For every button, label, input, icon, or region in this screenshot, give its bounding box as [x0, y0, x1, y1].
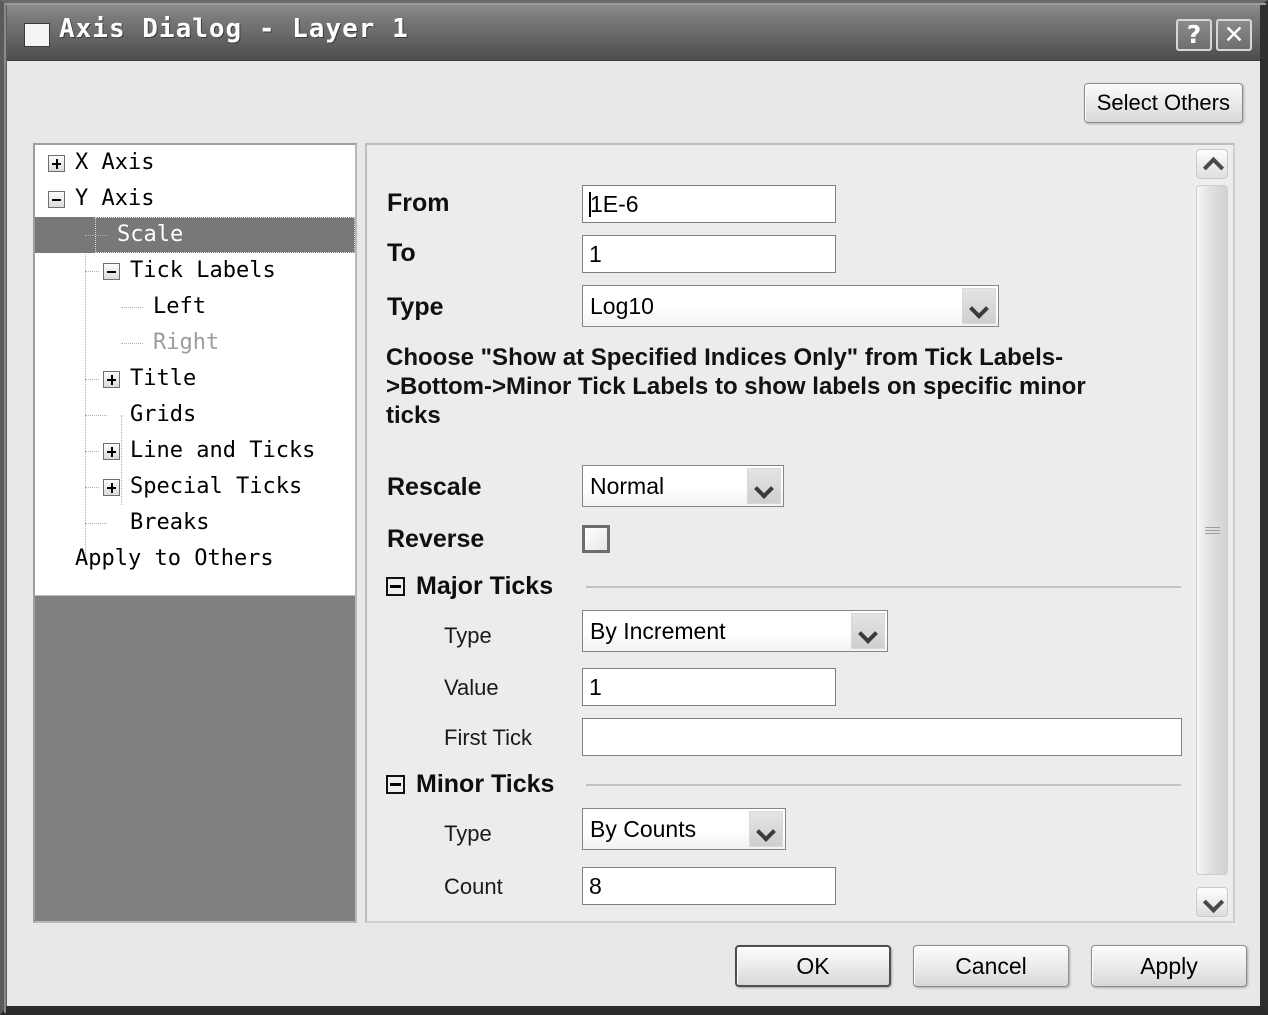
collapse-minus-icon[interactable]	[386, 775, 405, 794]
tree-item-breaks[interactable]: Breaks	[35, 505, 355, 541]
major-type-select[interactable]: By Increment	[582, 610, 888, 652]
tree-item-scale[interactable]: Scale	[35, 217, 355, 253]
tree-item-tick-labels[interactable]: Tick Labels	[35, 253, 355, 289]
from-value: 1E-6	[590, 191, 639, 217]
apply-button[interactable]: Apply	[1091, 945, 1247, 987]
to-label: To	[387, 239, 416, 267]
chevron-down-icon[interactable]	[749, 811, 783, 847]
tree-guide-horizontal	[85, 451, 99, 452]
axis-tree-panel[interactable]: X Axis Y Axis Scale Tick Labels Left Rig…	[33, 143, 357, 923]
tree-item-y-axis[interactable]: Y Axis	[35, 181, 355, 217]
expand-plus-icon[interactable]	[48, 155, 65, 172]
minor-type-label: Type	[444, 821, 492, 846]
tree-guide-horizontal	[85, 523, 107, 524]
group-divider	[586, 784, 1181, 786]
scrollbar-thumb[interactable]	[1196, 185, 1228, 875]
rescale-select[interactable]: Normal	[582, 465, 784, 507]
tree-item-x-axis[interactable]: X Axis	[35, 145, 355, 181]
major-value-input[interactable]: 1	[582, 668, 836, 706]
minor-count-input[interactable]: 8	[582, 867, 836, 905]
major-type-value: By Increment	[590, 618, 726, 644]
scroll-down-icon[interactable]	[1196, 887, 1228, 917]
close-icon[interactable]: ✕	[1216, 19, 1252, 51]
scroll-up-icon[interactable]	[1196, 149, 1228, 179]
window-title: Axis Dialog - Layer 1	[59, 14, 409, 44]
major-value-label: Value	[444, 675, 499, 700]
expand-plus-icon[interactable]	[103, 443, 120, 460]
help-icon[interactable]: ?	[1176, 19, 1212, 51]
scale-type-select[interactable]: Log10	[582, 285, 999, 327]
minor-count-label: Count	[444, 874, 503, 899]
collapse-minus-icon[interactable]	[48, 191, 65, 208]
minor-ticks-group-label: Minor Ticks	[416, 770, 555, 798]
major-ticks-group-label: Major Ticks	[416, 572, 554, 600]
chevron-down-icon[interactable]	[962, 288, 996, 324]
scrollbar-grip	[1205, 527, 1220, 536]
tree-guide-horizontal	[121, 343, 143, 344]
tree-item-apply-to-others[interactable]: Apply to Others	[35, 541, 355, 577]
expand-plus-icon[interactable]	[103, 371, 120, 388]
tree-guide-horizontal	[121, 307, 143, 308]
minor-type-value: By Counts	[590, 816, 697, 842]
ok-button[interactable]: OK	[735, 945, 891, 987]
to-input[interactable]: 1	[582, 235, 836, 273]
major-ticks-group-header[interactable]: Major Ticks	[386, 572, 1181, 600]
major-first-tick-input[interactable]	[582, 718, 1182, 756]
major-first-tick-label: First Tick	[444, 725, 532, 750]
cancel-button[interactable]: Cancel	[913, 945, 1069, 987]
major-type-label: Type	[444, 623, 492, 648]
tree-item-special-ticks[interactable]: Special Ticks	[35, 469, 355, 505]
tree-guide-horizontal	[85, 379, 99, 380]
reverse-label: Reverse	[387, 525, 485, 553]
minor-ticks-group-header[interactable]: Minor Ticks	[386, 770, 1181, 798]
tree-item-line-and-ticks[interactable]: Line and Ticks	[35, 433, 355, 469]
minor-type-select[interactable]: By Counts	[582, 808, 786, 850]
tree-empty-area	[35, 595, 355, 921]
minor-tick-hint: Choose "Show at Specified Indices Only" …	[386, 344, 1086, 429]
chevron-down-icon[interactable]	[851, 613, 885, 649]
scale-type-value: Log10	[590, 293, 654, 319]
axis-tree-list: X Axis Y Axis Scale Tick Labels Left Rig…	[35, 145, 355, 577]
select-others-button[interactable]: Select Others	[1083, 83, 1243, 123]
tree-item-grids[interactable]: Grids	[35, 397, 355, 433]
collapse-minus-icon[interactable]	[103, 263, 120, 280]
rescale-value: Normal	[590, 473, 665, 499]
expand-plus-icon[interactable]	[103, 479, 120, 496]
tree-guide-horizontal	[85, 415, 107, 416]
panel-scrollbar[interactable]	[1193, 147, 1231, 919]
group-divider	[586, 586, 1181, 588]
tree-item-left[interactable]: Left	[35, 289, 355, 325]
tree-guide-horizontal	[85, 271, 99, 272]
title-bar: Axis Dialog - Layer 1 ? ✕	[7, 5, 1260, 61]
scale-type-label: Type	[387, 293, 444, 321]
chevron-down-icon[interactable]	[747, 468, 781, 504]
from-input[interactable]: 1E-6	[582, 185, 836, 223]
tree-guide-horizontal	[85, 487, 99, 488]
collapse-minus-icon[interactable]	[386, 577, 405, 596]
scale-settings-panel: From 1E-6 To 1 Type Log10 Choose "Show a…	[365, 143, 1235, 923]
from-label: From	[387, 189, 450, 217]
rescale-label: Rescale	[387, 473, 482, 501]
window-icon	[24, 23, 50, 47]
reverse-checkbox[interactable]	[582, 525, 610, 553]
tree-item-right[interactable]: Right	[35, 325, 355, 361]
axis-dialog-window: Axis Dialog - Layer 1 ? ✕ Select Others …	[0, 0, 1268, 1015]
tree-item-title[interactable]: Title	[35, 361, 355, 397]
